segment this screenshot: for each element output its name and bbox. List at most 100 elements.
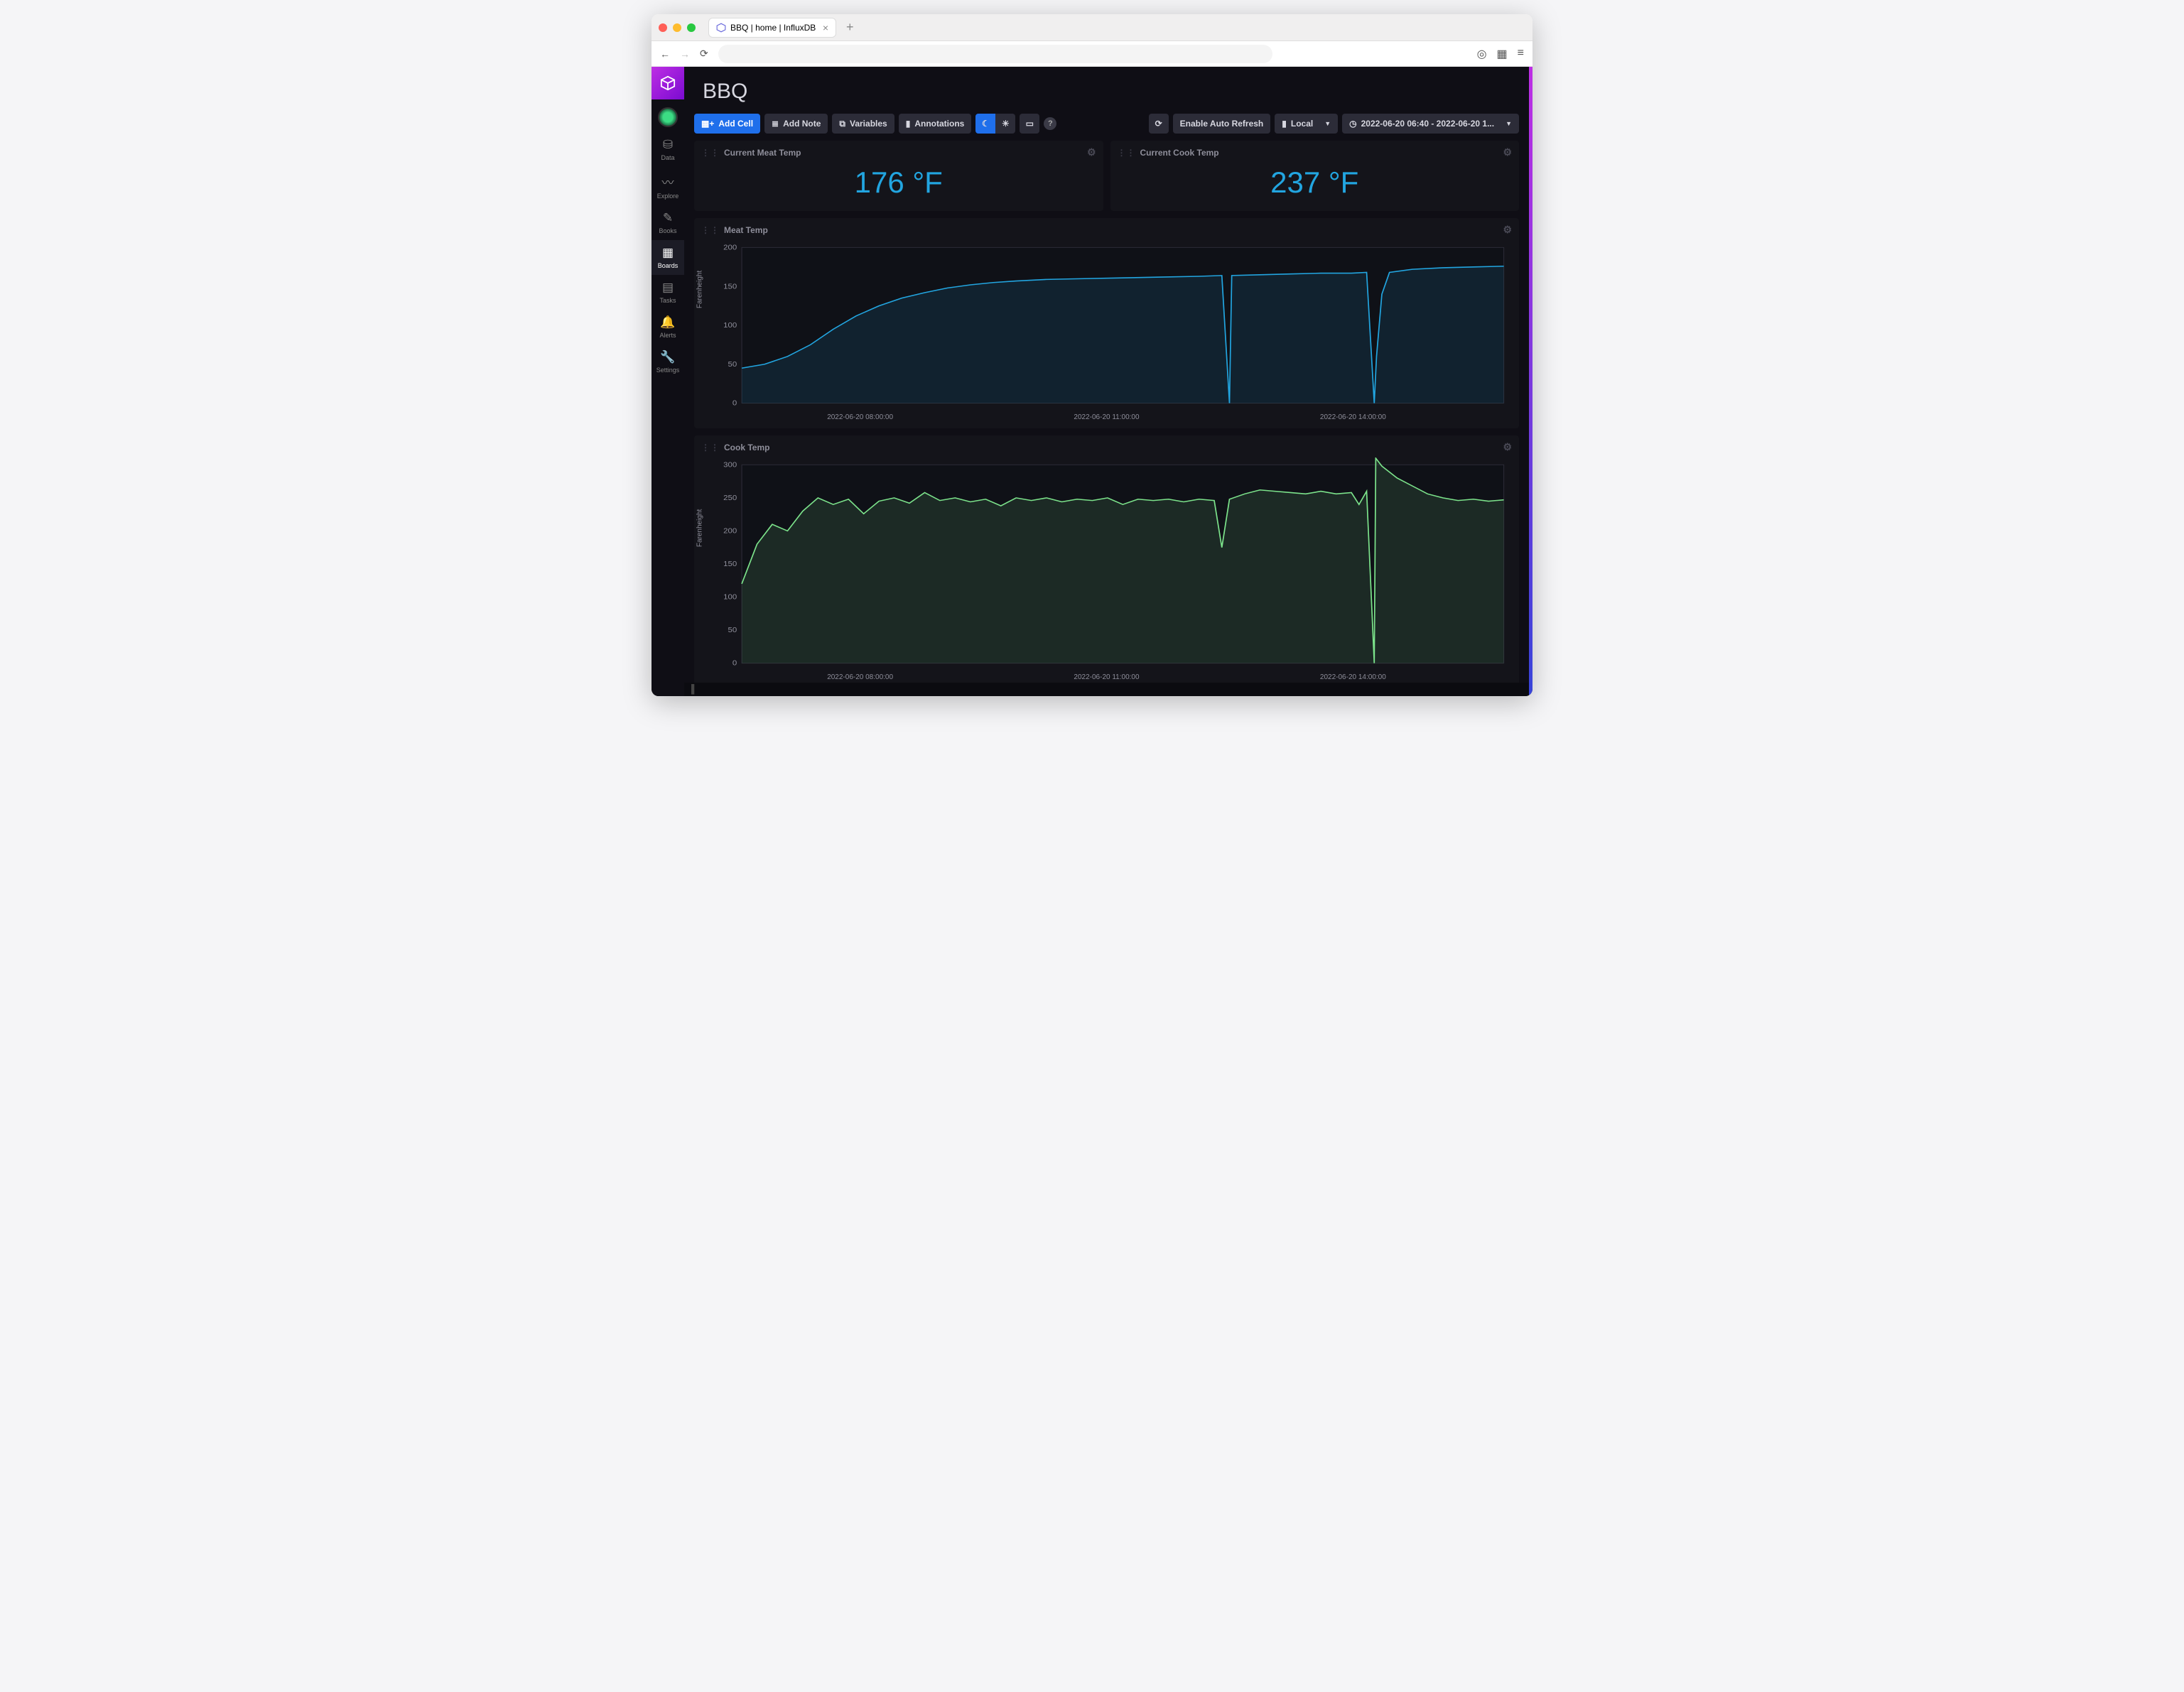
sidenav-item-data[interactable]: ⛁Data xyxy=(652,132,684,167)
timezone-label: Local xyxy=(1291,119,1313,129)
monitor-icon: ▭ xyxy=(1026,119,1034,129)
nav-label: Explore xyxy=(657,192,679,200)
stat-value: 176 °F xyxy=(701,158,1096,204)
timerange-dropdown[interactable]: ◷2022-06-20 06:40 - 2022-06-20 1...▼ xyxy=(1342,114,1519,134)
drag-handle-icon[interactable]: ⋮⋮ xyxy=(701,443,720,452)
help-button[interactable]: ? xyxy=(1044,117,1056,130)
timezone-dropdown[interactable]: ▮Local▼ xyxy=(1275,114,1338,134)
clock-icon: ◷ xyxy=(1349,119,1356,129)
variables-button[interactable]: ⧉Variables xyxy=(832,114,894,134)
svg-text:100: 100 xyxy=(723,322,737,330)
chart-cell-cook: ⋮⋮Cook Temp⚙ Farenheight 050100150200250… xyxy=(694,435,1519,683)
address-bar: ← → ⟳ ◎ ▦ ≡ xyxy=(652,41,1532,67)
svg-text:50: 50 xyxy=(728,627,737,634)
light-mode-button[interactable]: ☀ xyxy=(995,114,1015,134)
user-avatar[interactable] xyxy=(653,102,683,132)
nav-label: Data xyxy=(661,154,674,161)
drag-handle-icon[interactable]: ⋮⋮ xyxy=(701,148,720,158)
chart-title: Cook Temp xyxy=(724,443,769,452)
minimize-window-icon[interactable] xyxy=(673,23,681,32)
close-window-icon[interactable] xyxy=(659,23,667,32)
sidenav-item-tasks[interactable]: ▤Tasks xyxy=(652,275,684,310)
app-footer: ▌ xyxy=(684,683,1529,696)
maximize-window-icon[interactable] xyxy=(687,23,696,32)
new-tab-button[interactable]: + xyxy=(842,20,858,35)
sidenav-item-settings[interactable]: 🔧Settings xyxy=(652,345,684,379)
add-cell-button[interactable]: ▦+ Add Cell xyxy=(694,114,760,134)
reload-button[interactable]: ⟳ xyxy=(700,48,708,60)
side-nav: ⛁Data〰Explore✎Books▦Boards▤Tasks🔔Alerts🔧… xyxy=(652,67,684,696)
sun-icon: ☀ xyxy=(1002,119,1010,129)
stat-cell-cook: ⋮⋮ Current Cook Temp ⚙ 237 °F xyxy=(1110,141,1520,211)
sidenav-item-explore[interactable]: 〰 Explore xyxy=(652,167,684,205)
add-note-button[interactable]: ≣ Add Note xyxy=(764,114,828,134)
svg-text:0: 0 xyxy=(732,399,737,407)
svg-text:100: 100 xyxy=(723,593,737,601)
auto-refresh-button[interactable]: Enable Auto Refresh xyxy=(1173,114,1271,134)
sidenav-item-boards[interactable]: ▦Boards xyxy=(652,240,684,275)
annotations-button[interactable]: ▮Annotations xyxy=(899,114,972,134)
x-axis-labels: 2022-06-20 08:00:002022-06-20 11:00:0020… xyxy=(701,671,1512,681)
chart-svg: 050100150200 xyxy=(701,240,1512,411)
app-logo[interactable] xyxy=(652,67,684,99)
back-button[interactable]: ← xyxy=(660,48,670,60)
note-icon: ≣ xyxy=(772,119,779,129)
chart-svg: 050100150200250300 xyxy=(701,457,1512,671)
sidenav-item-books[interactable]: ✎Books xyxy=(652,205,684,240)
svg-text:150: 150 xyxy=(723,283,737,291)
refresh-button[interactable]: ⟳ xyxy=(1149,114,1169,134)
close-tab-icon[interactable]: × xyxy=(823,22,828,33)
grid-icon: ▦ xyxy=(662,246,674,260)
chart-title: Meat Temp xyxy=(724,225,768,235)
x-tick-label: 2022-06-20 11:00:00 xyxy=(1074,413,1139,421)
svg-text:200: 200 xyxy=(723,527,737,535)
stat-value: 237 °F xyxy=(1118,158,1513,204)
stat-title: Current Cook Temp xyxy=(1140,148,1219,158)
chevron-down-icon: ▼ xyxy=(1505,120,1512,127)
scrollbar[interactable] xyxy=(1529,67,1532,696)
cell-settings-button[interactable]: ⚙ xyxy=(1503,224,1512,236)
extension-icon[interactable]: ◎ xyxy=(1477,47,1487,61)
traffic-lights xyxy=(659,23,696,32)
browser-tab[interactable]: BBQ | home | InfluxDB × xyxy=(708,18,836,38)
theme-toggle: ☾ ☀ xyxy=(975,114,1015,134)
stat-title: Current Meat Temp xyxy=(724,148,801,158)
graph-icon: 〰 xyxy=(662,173,674,190)
add-note-label: Add Note xyxy=(783,119,821,129)
book-icon: ✎ xyxy=(663,211,673,225)
page-header: BBQ xyxy=(684,67,1529,111)
forward-button[interactable]: → xyxy=(680,48,690,60)
dashboard-cells: ⋮⋮ Current Meat Temp ⚙ 176 °F ⋮⋮ Current Co… xyxy=(684,141,1529,683)
x-tick-label: 2022-06-20 14:00:00 xyxy=(1320,413,1386,421)
auto-refresh-label: Enable Auto Refresh xyxy=(1180,119,1264,129)
y-axis-label: Farenheight xyxy=(696,509,704,547)
presentation-mode-button[interactable]: ▭ xyxy=(1020,114,1039,134)
cell-settings-button[interactable]: ⚙ xyxy=(1087,146,1096,158)
moon-icon: ☾ xyxy=(982,119,990,129)
drag-handle-icon[interactable]: ⋮⋮ xyxy=(701,225,720,235)
chart-cell-meat: ⋮⋮Meat Temp⚙ Farenheight 050100150200 20… xyxy=(694,218,1519,428)
svg-text:0: 0 xyxy=(732,659,737,667)
svg-text:300: 300 xyxy=(723,461,737,469)
dark-mode-button[interactable]: ☾ xyxy=(975,114,995,134)
add-cell-label: Add Cell xyxy=(718,119,753,129)
annotations-label: Annotations xyxy=(914,119,964,129)
app-root: ⛁Data〰Explore✎Books▦Boards▤Tasks🔔Alerts🔧… xyxy=(652,67,1532,696)
refresh-icon: ⟳ xyxy=(1155,119,1162,129)
apps-grid-icon[interactable]: ▦ xyxy=(1497,47,1508,61)
svg-text:250: 250 xyxy=(723,494,737,501)
titlebar: BBQ | home | InfluxDB × + xyxy=(652,14,1532,41)
cell-settings-button[interactable]: ⚙ xyxy=(1503,146,1512,158)
wrench-icon: 🔧 xyxy=(660,350,675,364)
cube-logo-icon xyxy=(660,75,676,91)
footer-icon[interactable]: ▌ xyxy=(691,684,698,694)
url-input[interactable] xyxy=(718,45,1272,63)
page-title: BBQ xyxy=(703,80,1510,104)
menu-icon[interactable]: ≡ xyxy=(1518,47,1524,61)
main-content: BBQ ▦+ Add Cell ≣ Add Note ⧉Variables ▮Ann… xyxy=(684,67,1529,696)
plus-grid-icon: ▦+ xyxy=(701,119,714,129)
sidenav-item-alerts[interactable]: 🔔Alerts xyxy=(652,310,684,345)
cell-settings-button[interactable]: ⚙ xyxy=(1503,441,1512,453)
drag-handle-icon[interactable]: ⋮⋮ xyxy=(1118,148,1136,158)
y-axis-label: Farenheight xyxy=(696,271,704,308)
